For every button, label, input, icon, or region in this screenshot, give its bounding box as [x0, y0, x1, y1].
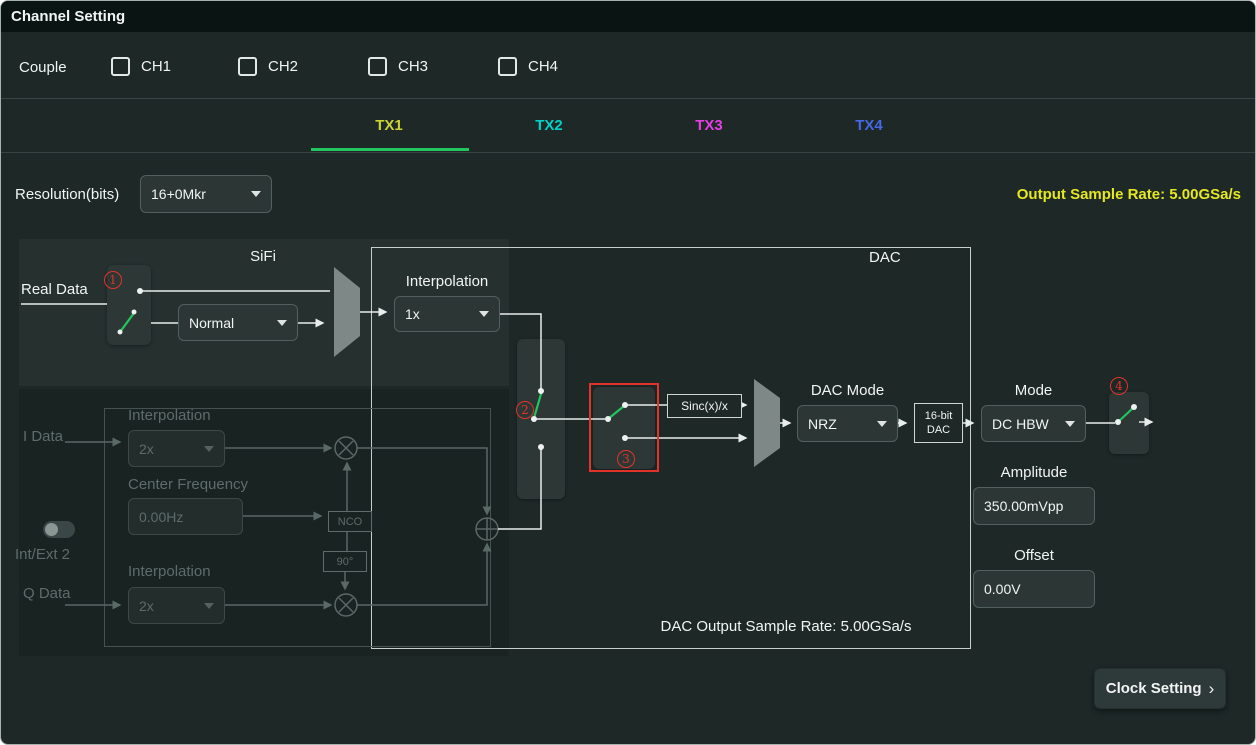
couple-ch4-checkbox[interactable] — [498, 57, 517, 76]
tab-tx2[interactable]: TX2 — [469, 99, 629, 151]
resolution-dropdown[interactable]: 16+0Mkr — [140, 175, 272, 213]
chevron-down-icon — [251, 191, 261, 197]
offset-label: Offset — [973, 547, 1095, 564]
center-frequency-label: Center Frequency — [128, 476, 248, 493]
couple-ch3-label: CH3 — [398, 58, 428, 75]
dac-mode-dropdown[interactable]: NRZ — [797, 405, 898, 442]
resolution-value: 16+0Mkr — [151, 186, 206, 202]
amplitude-label: Amplitude — [973, 464, 1095, 481]
annotation-circle-1: 1 — [104, 271, 122, 289]
real-data-label: Real Data — [21, 281, 88, 298]
dac-chip-line2: DAC — [927, 423, 950, 437]
int-ext-toggle[interactable] — [43, 521, 75, 538]
dac-chip-line1: 16-bit — [925, 409, 953, 423]
phase-90-label: 90° — [337, 556, 354, 568]
sifi-mode-value: Normal — [189, 315, 234, 331]
annotation-highlight-rect — [589, 383, 659, 472]
phase-90-box: 90° — [323, 551, 367, 572]
tab-tx1[interactable]: TX1 — [309, 99, 469, 151]
couple-ch1: CH1 — [111, 57, 171, 76]
chevron-down-icon — [204, 446, 214, 452]
offset-value: 0.00V — [984, 581, 1021, 597]
dac-chip-box: 16-bit DAC — [914, 403, 963, 443]
q-data-label: Q Data — [23, 585, 71, 602]
nco-box: NCO — [328, 511, 372, 532]
int-ext-label: Int/Ext 2 — [15, 546, 70, 563]
dac-label: DAC — [869, 249, 901, 266]
couple-ch2-label: CH2 — [268, 58, 298, 75]
resolution-label: Resolution(bits) — [15, 186, 119, 203]
switch-4[interactable] — [1109, 392, 1149, 454]
couple-ch2: CH2 — [238, 57, 298, 76]
nco-label: NCO — [338, 516, 362, 528]
sinc-label: Sinc(x)/x — [681, 399, 728, 413]
amplitude-field[interactable]: 350.00mVpp — [973, 487, 1095, 525]
clock-setting-button[interactable]: Clock Setting › — [1094, 668, 1226, 709]
i-interpolation-dropdown[interactable]: 2x — [128, 430, 225, 467]
annotation-circle-2: 2 — [516, 401, 534, 419]
toggle-knob — [45, 523, 58, 536]
tab-tx4[interactable]: TX4 — [789, 99, 949, 151]
couple-ch4-label: CH4 — [528, 58, 558, 75]
output-mode-value: DC HBW — [992, 416, 1049, 432]
switch-2[interactable] — [517, 339, 565, 499]
center-frequency-value: 0.00Hz — [139, 509, 183, 525]
couple-ch2-checkbox[interactable] — [238, 57, 257, 76]
sinc-filter-box: Sinc(x)/x — [667, 394, 742, 418]
i-interpolation-label: Interpolation — [128, 407, 211, 424]
window-title: Channel Setting — [11, 8, 125, 25]
clock-setting-label: Clock Setting — [1106, 680, 1202, 697]
dac-mode-label: DAC Mode — [797, 382, 898, 399]
channel-setting-window: Channel Setting Couple CH1 CH2 CH3 CH4 T… — [0, 0, 1256, 745]
annotation-circle-4: 4 — [1110, 377, 1128, 395]
couple-label: Couple — [19, 59, 67, 76]
i-data-label: I Data — [23, 428, 63, 445]
interpolation-label: Interpolation — [394, 273, 500, 290]
sifi-label: SiFi — [233, 248, 293, 265]
couple-ch4: CH4 — [498, 57, 558, 76]
couple-ch1-checkbox[interactable] — [111, 57, 130, 76]
chevron-down-icon — [877, 421, 887, 427]
output-mode-dropdown[interactable]: DC HBW — [981, 405, 1086, 442]
chevron-down-icon — [1065, 421, 1075, 427]
i-interpolation-value: 2x — [139, 441, 154, 457]
output-sample-rate: Output Sample Rate: 5.00GSa/s — [1017, 186, 1241, 203]
amplitude-value: 350.00mVpp — [984, 498, 1063, 514]
active-tab-underline — [311, 148, 469, 151]
tab-tx3[interactable]: TX3 — [629, 99, 789, 151]
q-interpolation-label: Interpolation — [128, 563, 211, 580]
couple-ch3-checkbox[interactable] — [368, 57, 387, 76]
center-frequency-field[interactable]: 0.00Hz — [128, 498, 243, 535]
sifi-mode-dropdown[interactable]: Normal — [178, 304, 298, 341]
q-interpolation-dropdown[interactable]: 2x — [128, 587, 225, 624]
chevron-down-icon — [277, 320, 287, 326]
chevron-down-icon — [479, 311, 489, 317]
mode-label: Mode — [981, 382, 1086, 399]
q-interpolation-value: 2x — [139, 598, 154, 614]
titlebar: Channel Setting — [1, 1, 1255, 32]
interpolation-value: 1x — [405, 306, 420, 322]
chevron-down-icon — [204, 603, 214, 609]
offset-field[interactable]: 0.00V — [973, 570, 1095, 608]
chevron-right-icon: › — [1209, 680, 1215, 697]
couple-ch1-label: CH1 — [141, 58, 171, 75]
dac-output-sample-rate: DAC Output Sample Rate: 5.00GSa/s — [561, 618, 1011, 635]
dac-mode-value: NRZ — [808, 416, 837, 432]
couple-ch3: CH3 — [368, 57, 428, 76]
interpolation-dropdown[interactable]: 1x — [394, 296, 500, 332]
separator — [1, 152, 1255, 153]
